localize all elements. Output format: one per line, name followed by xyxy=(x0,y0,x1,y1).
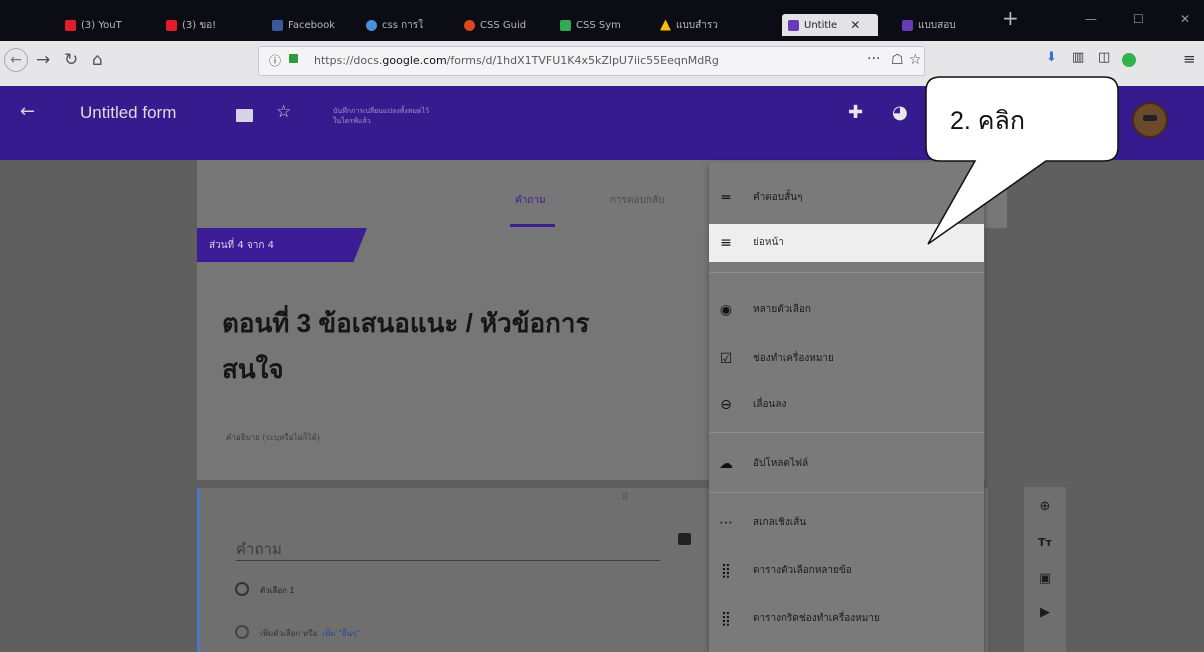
callout-text: 2. คลิก xyxy=(950,107,1025,135)
callout-bubble xyxy=(925,76,1119,245)
